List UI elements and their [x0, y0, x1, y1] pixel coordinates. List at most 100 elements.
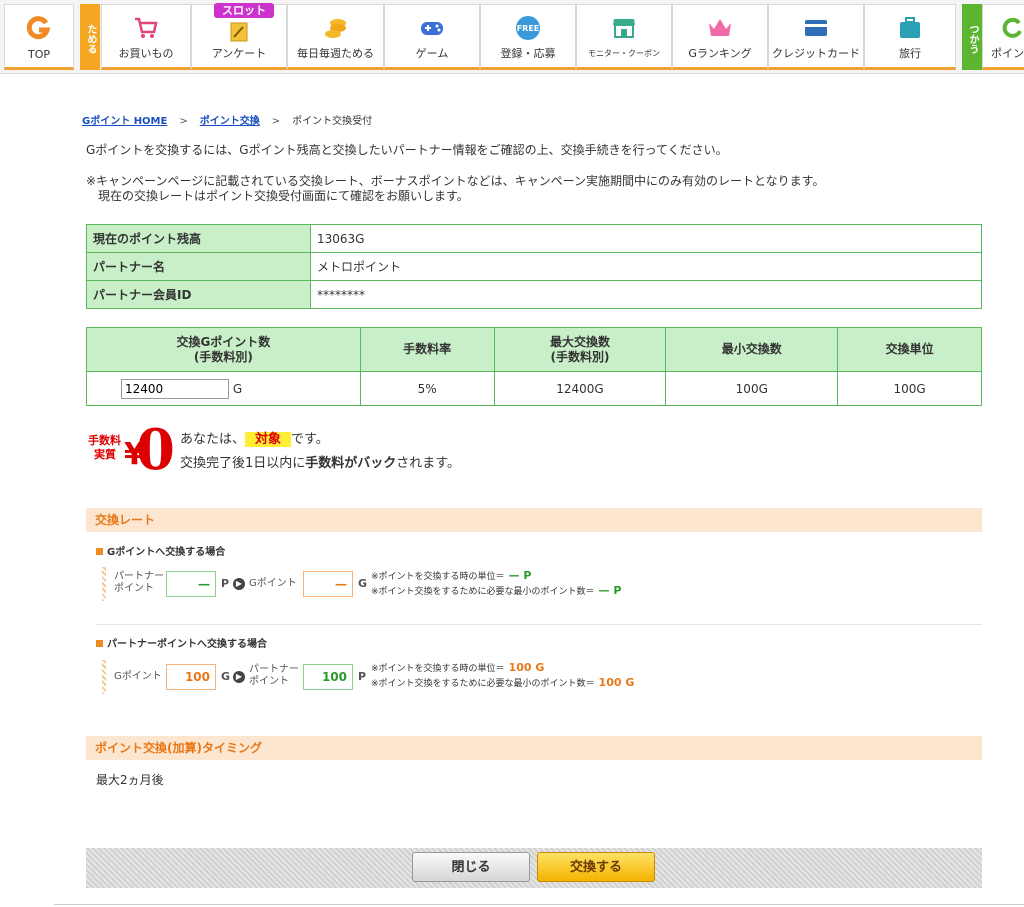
- partner-point-label: パートナー ポイント: [249, 664, 299, 687]
- header-text: 最大交換数: [549, 334, 610, 349]
- nav-item-label: クレジットカード: [772, 47, 860, 60]
- tsukau-tab[interactable]: つかう: [962, 4, 982, 70]
- global-nav: TOP ためる お買いもの スロット アンケート 毎日毎週ためる ゲーム FRE…: [0, 0, 1024, 74]
- col-header-max: 最大交換数 (手数料別): [493, 327, 667, 372]
- nav-item-daily[interactable]: 毎日毎週ためる: [287, 4, 384, 70]
- account-info-table: 現在のポイント残高 13063G パートナー名 メトロポイント パートナー会員I…: [86, 224, 982, 309]
- nav-item-register[interactable]: FREE 登録・応募: [480, 4, 576, 70]
- nav-item-survey[interactable]: スロット アンケート: [191, 3, 287, 70]
- fee-text-pre: 交換完了後1日以内に: [180, 456, 306, 471]
- col-header-unit: 交換単位: [837, 327, 982, 372]
- amount-cell: G: [86, 371, 361, 406]
- fee-text-pre: あなたは、: [180, 432, 246, 447]
- slot-badge: スロット: [214, 3, 274, 18]
- min-value: 100G: [665, 371, 839, 406]
- nav-top[interactable]: TOP: [4, 4, 74, 70]
- col-header-amount: 交換Gポイント数 (手数料別): [86, 327, 361, 372]
- exchange-icon: [1002, 17, 1022, 38]
- g-point-label: Gポイント: [249, 578, 297, 589]
- subheading-text: パートナーポイントへ交換する場合: [107, 639, 267, 650]
- nav-item-label: お買いもの: [118, 47, 174, 60]
- partner-rate-box: 100: [303, 664, 353, 690]
- intro-text: Gポイントを交換するには、Gポイント残高と交換したいパートナー情報をご確認の上、…: [86, 143, 728, 157]
- row-stripe: [102, 660, 106, 694]
- to-partner-note: ※ポイントを交換する時の単位＝ 100 G ※ポイント交換をするために必要な最小の…: [371, 661, 634, 691]
- survey-icon: [230, 22, 248, 42]
- cart-icon: [135, 17, 158, 38]
- balance-label: 現在のポイント残高: [86, 224, 311, 253]
- fee-text-post: されます。: [396, 456, 460, 471]
- square-bullet-icon: [96, 640, 103, 647]
- breadcrumb-exchange-link[interactable]: ポイント交換: [200, 116, 260, 127]
- nav-item-label: ポイン: [991, 47, 1024, 60]
- close-button[interactable]: 閉じる: [412, 852, 530, 882]
- col-header-fee-rate: 手数料率: [359, 327, 495, 372]
- partner-point-label: パートナー ポイント: [114, 571, 164, 594]
- zero-numeral: 0: [136, 417, 175, 483]
- nav-item-label: ゲーム: [415, 47, 449, 60]
- coins-icon: [324, 19, 346, 38]
- nav-item-shopping[interactable]: お買いもの: [101, 4, 191, 70]
- nav-item-point-exchange[interactable]: ポイン: [982, 4, 1024, 70]
- arrow-right-icon: ▶: [233, 578, 245, 590]
- unit-value: 100G: [837, 371, 982, 406]
- credit-card-icon: [805, 20, 827, 36]
- partner-rate-box: —: [166, 571, 216, 597]
- breadcrumb-separator: >: [179, 116, 188, 127]
- note-text: ※ポイント交換をするために必要な最小のポイント数＝: [371, 679, 595, 689]
- arrow-right-icon: ▶: [233, 671, 245, 683]
- g-rate-box: 100: [166, 664, 216, 690]
- note-value: — P: [508, 569, 532, 582]
- partner-value: メトロポイント: [310, 252, 982, 281]
- g-unit: G: [358, 577, 368, 590]
- breadcrumb-current: ポイント交換受付: [292, 116, 373, 127]
- note-value: 100 G: [508, 661, 545, 674]
- tameru-tab[interactable]: ためる: [80, 4, 100, 70]
- member-id-label: パートナー会員ID: [86, 280, 311, 309]
- col-header-min: 最小交換数: [665, 327, 839, 372]
- fee-badge-line1: 手数料: [88, 434, 121, 447]
- fee-target-text: あなたは、 対象 です。: [180, 428, 329, 447]
- breadcrumb-separator: >: [271, 116, 281, 127]
- nav-item-monitor[interactable]: モニター・クーポン: [576, 4, 672, 70]
- exchange-button[interactable]: 交換する: [537, 852, 655, 882]
- partner-unit: P: [358, 670, 367, 683]
- timing-section-header: ポイント交換(加算)タイミング: [86, 736, 982, 760]
- note-text: ※ポイントを交換する時の単位＝: [371, 664, 505, 674]
- subheading-text: Gポイントへ交換する場合: [107, 547, 226, 558]
- partner-label: パートナー名: [86, 252, 311, 281]
- breadcrumb-home-link[interactable]: Gポイント HOME: [82, 116, 167, 127]
- fee-back-emphasis: 手数料がバック: [305, 456, 397, 471]
- amount-unit: G: [232, 381, 243, 396]
- nav-item-ranking[interactable]: Gランキング: [672, 4, 768, 70]
- table-row: パートナー会員ID ********: [86, 280, 982, 309]
- header-subtext: (手数料別): [193, 349, 253, 364]
- exchange-amount-input[interactable]: [121, 378, 229, 399]
- nav-item-label: モニター・クーポン: [588, 49, 660, 58]
- header-subtext: (手数料別): [550, 349, 610, 364]
- table-row: パートナー名 メトロポイント: [86, 252, 982, 281]
- g-point-label: Gポイント: [114, 671, 162, 682]
- to-g-note: ※ポイントを交換する時の単位＝ — P ※ポイント交換をするために必要な最小のポイ…: [371, 569, 621, 599]
- nav-item-label: アンケート: [211, 47, 267, 60]
- nav-item-travel[interactable]: 旅行: [864, 4, 956, 70]
- note-value: — P: [598, 584, 622, 597]
- fee-badge-line2: 実質: [94, 448, 116, 461]
- max-value: 12400G: [493, 371, 667, 406]
- member-id-value: ********: [310, 280, 982, 309]
- note-value: 100 G: [598, 676, 635, 689]
- campaign-note-line: ※キャンペーンページに記載されている交換レート、ボーナスポイントなどは、キャンペ…: [86, 174, 825, 188]
- table-row: 現在のポイント残高 13063G: [86, 224, 982, 253]
- nav-item-label: 登録・応募: [500, 47, 556, 60]
- crown-icon: [709, 19, 731, 36]
- fee-back-text: 交換完了後1日以内に手数料がバックされます。: [180, 452, 460, 471]
- fee-rate-value: 5%: [359, 371, 495, 406]
- g-rate-box: —: [303, 571, 353, 597]
- table-row: G 5% 12400G 100G 100G: [86, 371, 982, 406]
- nav-item-creditcard[interactable]: クレジットカード: [768, 4, 864, 70]
- breadcrumb: Gポイント HOME > ポイント交換 > ポイント交換受付: [82, 112, 372, 127]
- header-text: 交換Gポイント数: [176, 334, 271, 349]
- nav-item-game[interactable]: ゲーム: [384, 4, 480, 70]
- suitcase-icon: [900, 17, 920, 38]
- note-text: ※ポイントを交換する時の単位＝: [371, 572, 505, 582]
